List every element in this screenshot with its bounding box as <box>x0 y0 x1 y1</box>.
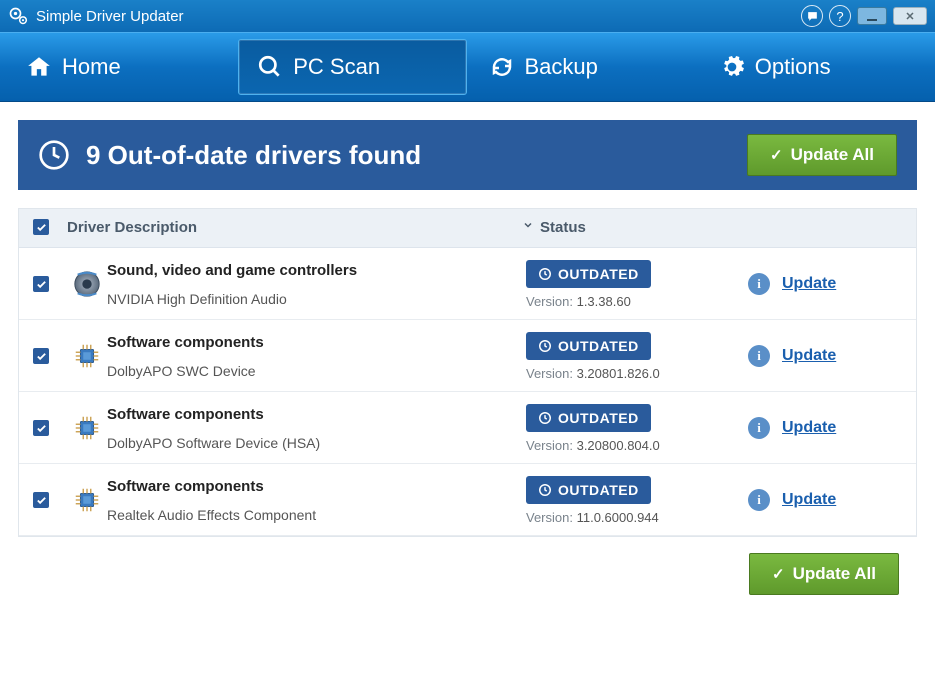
gear-icon <box>719 54 745 80</box>
table-header: Driver Description Status <box>19 209 916 248</box>
chevron-down-icon <box>522 218 534 235</box>
driver-row: Software components Realtek Audio Effect… <box>19 464 916 536</box>
update-all-label: Update All <box>793 564 876 584</box>
status-text: OUTDATED <box>558 482 639 498</box>
content: 9 Out-of-date drivers found ✓ Update All… <box>0 102 935 611</box>
clock-icon <box>38 139 70 171</box>
version-number: 11.0.6000.944 <box>577 510 659 525</box>
app-title: Simple Driver Updater <box>36 8 184 25</box>
update-all-button-top[interactable]: ✓ Update All <box>747 134 897 176</box>
driver-device: DolbyAPO SWC Device <box>107 363 516 379</box>
header-description[interactable]: Driver Description <box>67 219 197 236</box>
driver-category: Software components <box>107 406 516 423</box>
clock-icon <box>538 339 552 353</box>
nav-options-label: Options <box>755 54 831 80</box>
help-button[interactable]: ? <box>829 5 851 27</box>
feedback-button[interactable] <box>801 5 823 27</box>
version-label: Version: <box>526 366 577 381</box>
nav-options[interactable]: Options <box>701 39 927 95</box>
update-link[interactable]: Update <box>782 275 836 292</box>
nav-backup-label: Backup <box>525 54 598 80</box>
update-all-button-bottom[interactable]: ✓ Update All <box>749 553 899 595</box>
navbar: Home PC Scan Backup Options <box>0 32 935 102</box>
row-checkbox[interactable] <box>33 492 49 508</box>
home-icon <box>26 54 52 80</box>
status-badge: OUTDATED <box>526 332 651 360</box>
driver-category: Sound, video and game controllers <box>107 262 516 279</box>
row-checkbox[interactable] <box>33 276 49 292</box>
status-badge: OUTDATED <box>526 476 651 504</box>
refresh-icon <box>489 54 515 80</box>
table-body: Sound, video and game controllers NVIDIA… <box>19 248 916 536</box>
clock-icon <box>538 267 552 281</box>
driver-category: Software components <box>107 478 516 495</box>
row-checkbox[interactable] <box>33 348 49 364</box>
row-checkbox[interactable] <box>33 420 49 436</box>
update-link[interactable]: Update <box>782 491 836 508</box>
version-label: Version: <box>526 510 577 525</box>
driver-device: NVIDIA High Definition Audio <box>107 291 516 307</box>
close-button[interactable]: ✕ <box>893 7 927 25</box>
version-label: Version: <box>526 438 577 453</box>
clock-icon <box>538 411 552 425</box>
info-icon[interactable]: i <box>748 273 770 295</box>
info-icon[interactable]: i <box>748 345 770 367</box>
nav-pcscan[interactable]: PC Scan <box>238 39 466 95</box>
status-text: OUTDATED <box>558 338 639 354</box>
update-link[interactable]: Update <box>782 347 836 364</box>
nav-backup[interactable]: Backup <box>471 39 697 95</box>
status-badge: OUTDATED <box>526 404 651 432</box>
device-icon <box>72 485 102 515</box>
minimize-button[interactable] <box>857 7 887 25</box>
device-icon <box>72 413 102 443</box>
driver-row: Software components DolbyAPO Software De… <box>19 392 916 464</box>
check-icon: ✓ <box>770 146 783 164</box>
check-icon: ✓ <box>772 565 785 583</box>
status-badge: OUTDATED <box>526 260 651 288</box>
version-number: 1.3.38.60 <box>577 294 631 309</box>
status-text: OUTDATED <box>558 410 639 426</box>
device-icon <box>72 341 102 371</box>
driver-category: Software components <box>107 334 516 351</box>
nav-home[interactable]: Home <box>8 39 234 95</box>
banner-headline: 9 Out-of-date drivers found <box>86 140 747 171</box>
search-icon <box>257 54 283 80</box>
select-all-checkbox[interactable] <box>33 219 49 235</box>
titlebar: Simple Driver Updater ? ✕ <box>0 0 935 32</box>
footer: ✓ Update All <box>18 537 917 595</box>
header-status[interactable]: Status <box>540 219 586 236</box>
app-icon <box>8 6 28 26</box>
status-text: OUTDATED <box>558 266 639 282</box>
nav-pcscan-label: PC Scan <box>293 54 380 80</box>
driver-device: Realtek Audio Effects Component <box>107 507 516 523</box>
status-banner: 9 Out-of-date drivers found ✓ Update All <box>18 120 917 190</box>
clock-icon <box>538 483 552 497</box>
driver-table: Driver Description Status Sound, video a… <box>18 208 917 537</box>
device-icon <box>72 269 102 299</box>
info-icon[interactable]: i <box>748 489 770 511</box>
version-number: 3.20800.804.0 <box>577 438 660 453</box>
driver-device: DolbyAPO Software Device (HSA) <box>107 435 516 451</box>
update-link[interactable]: Update <box>782 419 836 436</box>
version-number: 3.20801.826.0 <box>577 366 660 381</box>
version-label: Version: <box>526 294 577 309</box>
driver-row: Software components DolbyAPO SWC Device … <box>19 320 916 392</box>
info-icon[interactable]: i <box>748 417 770 439</box>
driver-row: Sound, video and game controllers NVIDIA… <box>19 248 916 320</box>
nav-home-label: Home <box>62 54 121 80</box>
update-all-label: Update All <box>791 145 874 165</box>
